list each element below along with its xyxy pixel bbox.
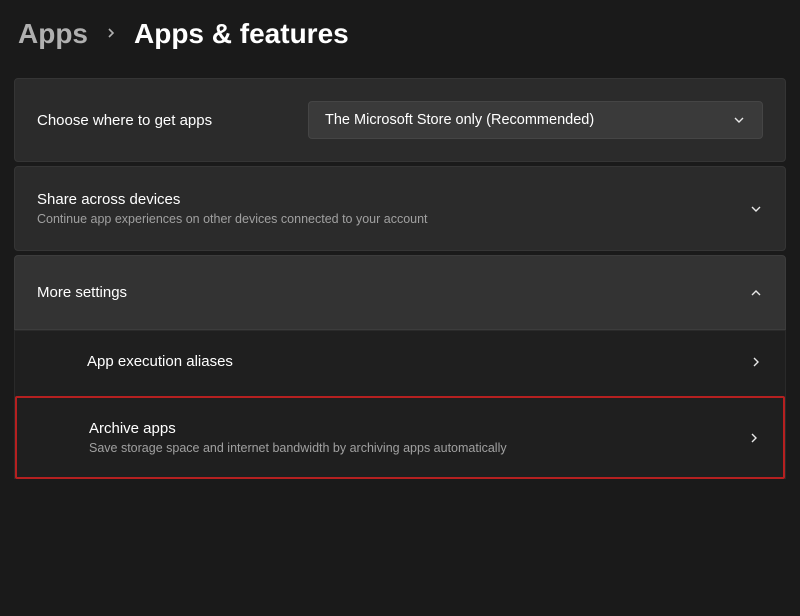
chevron-down-icon [732,113,746,127]
chevron-right-icon [747,431,761,445]
chevron-right-icon [106,24,116,45]
breadcrumb-parent[interactable]: Apps [18,18,88,50]
archive-apps-row[interactable]: Archive apps Save storage space and inte… [15,396,785,479]
breadcrumb: Apps Apps & features [14,18,786,50]
more-settings-items: App execution aliases Archive apps Save … [14,330,786,479]
choose-apps-source-row: Choose where to get apps The Microsoft S… [14,78,786,162]
more-settings-header[interactable]: More settings [14,255,786,330]
chevron-down-icon [749,202,763,216]
archive-apps-subtitle: Save storage space and internet bandwidt… [89,441,507,455]
share-devices-title: Share across devices [37,191,428,208]
chevron-right-icon [749,355,763,369]
more-settings-title: More settings [37,284,127,301]
choose-apps-selected: The Microsoft Store only (Recommended) [325,112,594,128]
page-title: Apps & features [134,18,349,50]
share-devices-subtitle: Continue app experiences on other device… [37,212,428,226]
choose-apps-label: Choose where to get apps [37,112,212,129]
app-execution-aliases-row[interactable]: App execution aliases [15,330,785,392]
app-execution-aliases-title: App execution aliases [87,353,233,370]
chevron-up-icon [749,286,763,300]
choose-apps-dropdown[interactable]: The Microsoft Store only (Recommended) [308,101,763,139]
share-across-devices-row[interactable]: Share across devices Continue app experi… [14,166,786,251]
archive-apps-title: Archive apps [89,420,507,437]
